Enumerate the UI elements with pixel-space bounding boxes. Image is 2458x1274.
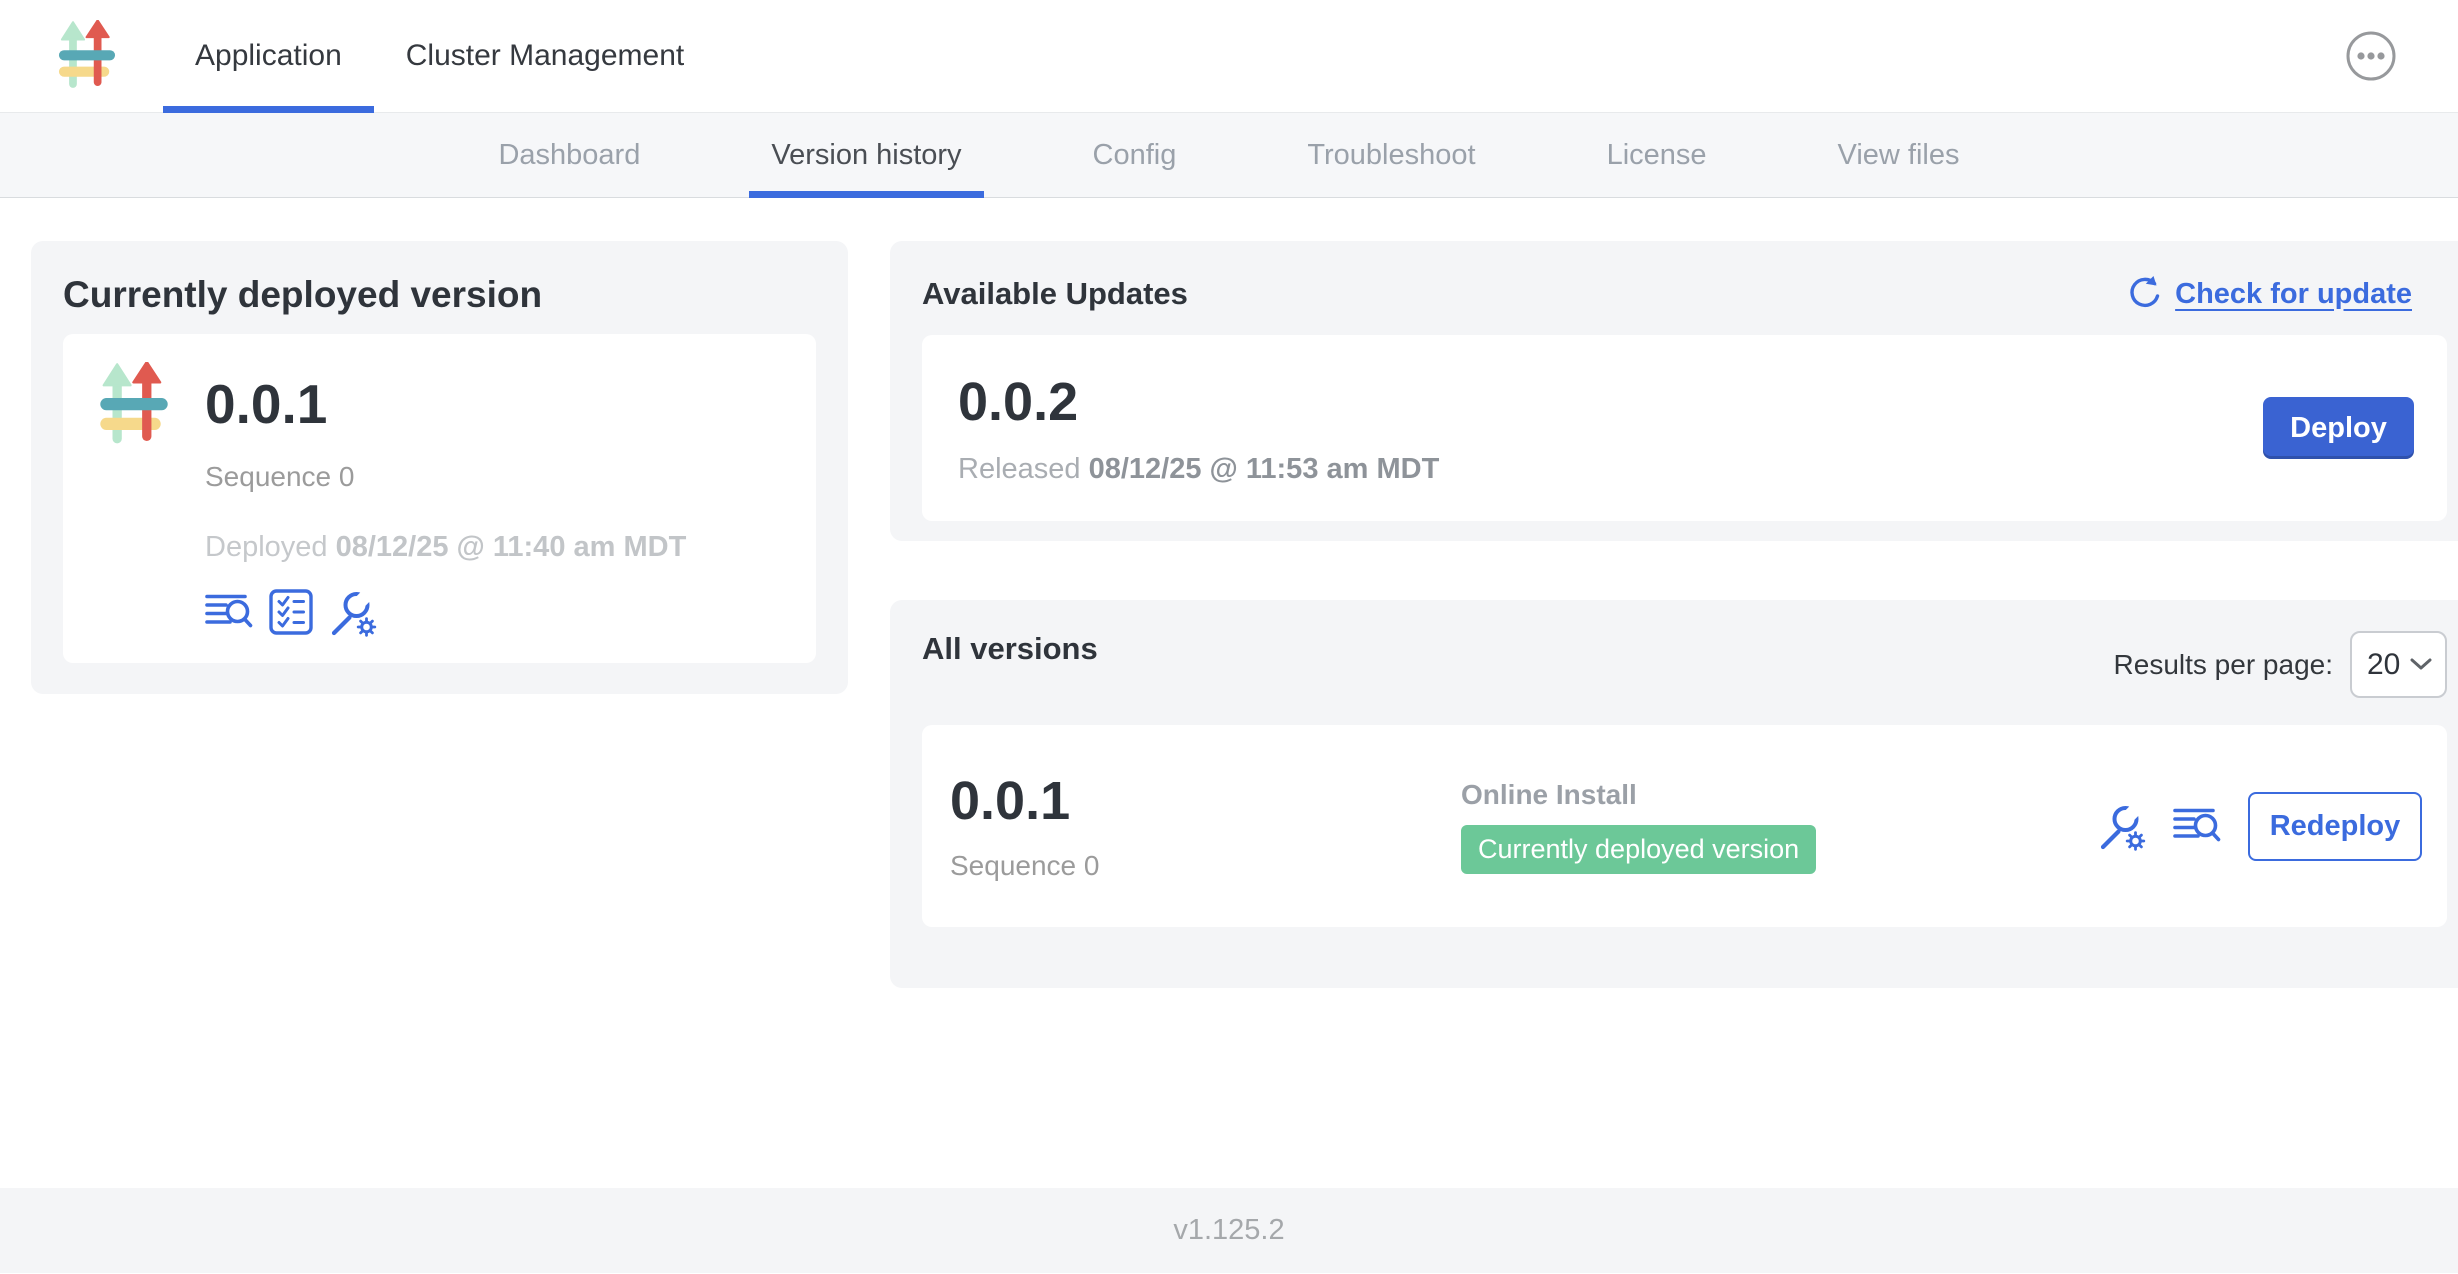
- available-updates-header: Available Updates Check for update: [922, 275, 2412, 313]
- ellipsis-circle-icon: [2345, 30, 2397, 82]
- currently-deployed-badge: Currently deployed version: [1461, 825, 1816, 874]
- subnav-dashboard-label: Dashboard: [498, 139, 640, 172]
- results-per-page-label: Results per page:: [2114, 649, 2333, 681]
- subnav-troubleshoot[interactable]: Troubleshoot: [1285, 113, 1497, 197]
- subnav-troubleshoot-label: Troubleshoot: [1307, 139, 1475, 172]
- tab-application-label: Application: [195, 39, 342, 73]
- app-logo-icon: [58, 20, 116, 92]
- deployed-version-number: 0.0.1: [205, 374, 686, 435]
- deployed-label: Deployed: [205, 531, 328, 563]
- released-label: Released: [958, 453, 1081, 485]
- more-menu-button[interactable]: [2345, 30, 2397, 82]
- update-row: 0.0.2 Released 08/12/25 @ 11:53 am MDT D…: [922, 335, 2447, 521]
- available-updates-card: Available Updates Check for update 0.0.2: [890, 241, 2458, 541]
- chevron-down-icon: [2410, 658, 2432, 671]
- currently-deployed-card: Currently deployed version 0.0.1 Sequenc…: [31, 241, 848, 694]
- tab-cluster-management-label: Cluster Management: [406, 39, 684, 73]
- admin-console: Application Cluster Management Dashboard…: [0, 0, 2458, 1274]
- deployed-version-details: 0.0.1 Sequence 0 Deployed 08/12/25 @ 11:…: [205, 362, 686, 663]
- subnav-version-history[interactable]: Version history: [749, 113, 983, 197]
- deployed-datetime: 08/12/25 @ 11:40 am MDT: [336, 531, 687, 563]
- update-released-timestamp: Released 08/12/25 @ 11:53 am MDT: [958, 453, 1439, 486]
- check-for-update-label: Check for update: [2175, 278, 2412, 311]
- version-row-details: 0.0.1 Sequence 0: [950, 770, 1461, 882]
- redeploy-button[interactable]: Redeploy: [2248, 792, 2422, 861]
- all-versions-card: All versions Results per page: 20 0.0.1 …: [890, 600, 2458, 988]
- version-row-number: 0.0.1: [950, 770, 1461, 832]
- view-logs-icon[interactable]: [2173, 802, 2221, 850]
- deployed-version-card: 0.0.1 Sequence 0 Deployed 08/12/25 @ 11:…: [63, 334, 816, 663]
- available-updates-title: Available Updates: [922, 276, 1188, 312]
- top-tabs: Application Cluster Management: [163, 0, 716, 112]
- check-for-update-link[interactable]: Check for update: [2124, 275, 2412, 313]
- subnav-config-label: Config: [1093, 139, 1177, 172]
- refresh-icon: [2124, 275, 2162, 313]
- config-icon[interactable]: [329, 588, 377, 636]
- app-subnav: Dashboard Version history Config Trouble…: [0, 113, 2458, 198]
- results-per-page-value: 20: [2367, 648, 2400, 682]
- install-type-label: Online Install: [1461, 779, 1816, 811]
- app-logo-icon: [99, 362, 169, 663]
- console-footer: v1.125.2: [0, 1188, 2458, 1273]
- version-row-sequence: Sequence 0: [950, 850, 1461, 882]
- results-per-page-select[interactable]: 20: [2350, 631, 2447, 698]
- subnav-view-files-label: View files: [1838, 139, 1960, 172]
- subnav-license[interactable]: License: [1585, 113, 1729, 197]
- preflight-checks-icon[interactable]: [267, 588, 315, 636]
- subnav-config[interactable]: Config: [1071, 113, 1199, 197]
- version-history-page: Currently deployed version 0.0.1 Sequenc…: [0, 198, 2458, 1188]
- version-row-status: Online Install Currently deployed versio…: [1461, 779, 1816, 874]
- view-logs-icon[interactable]: [205, 588, 253, 636]
- version-row-actions: Redeploy: [2098, 792, 2422, 861]
- deployed-version-actions: [205, 588, 686, 636]
- version-row: 0.0.1 Sequence 0 Online Install Currentl…: [922, 725, 2447, 927]
- deployed-sequence: Sequence 0: [205, 461, 686, 493]
- tab-application[interactable]: Application: [163, 0, 374, 112]
- subnav-dashboard[interactable]: Dashboard: [476, 113, 662, 197]
- deploy-button[interactable]: Deploy: [2263, 397, 2414, 459]
- subnav-license-label: License: [1607, 139, 1707, 172]
- tab-cluster-management[interactable]: Cluster Management: [374, 0, 716, 112]
- subnav-version-history-label: Version history: [771, 139, 961, 172]
- deployed-timestamp: Deployed 08/12/25 @ 11:40 am MDT: [205, 531, 686, 564]
- results-per-page: Results per page: 20: [2114, 631, 2447, 698]
- all-versions-header: All versions Results per page: 20: [922, 631, 2447, 698]
- config-icon[interactable]: [2098, 802, 2146, 850]
- all-versions-title: All versions: [922, 631, 1098, 667]
- released-datetime: 08/12/25 @ 11:53 am MDT: [1089, 453, 1440, 485]
- top-bar: Application Cluster Management: [0, 0, 2458, 113]
- update-version-number: 0.0.2: [958, 371, 1439, 433]
- update-details: 0.0.2 Released 08/12/25 @ 11:53 am MDT: [958, 371, 1439, 486]
- console-version-label: v1.125.2: [1173, 1214, 1284, 1247]
- subnav-view-files[interactable]: View files: [1816, 113, 1982, 197]
- currently-deployed-title: Currently deployed version: [63, 274, 816, 316]
